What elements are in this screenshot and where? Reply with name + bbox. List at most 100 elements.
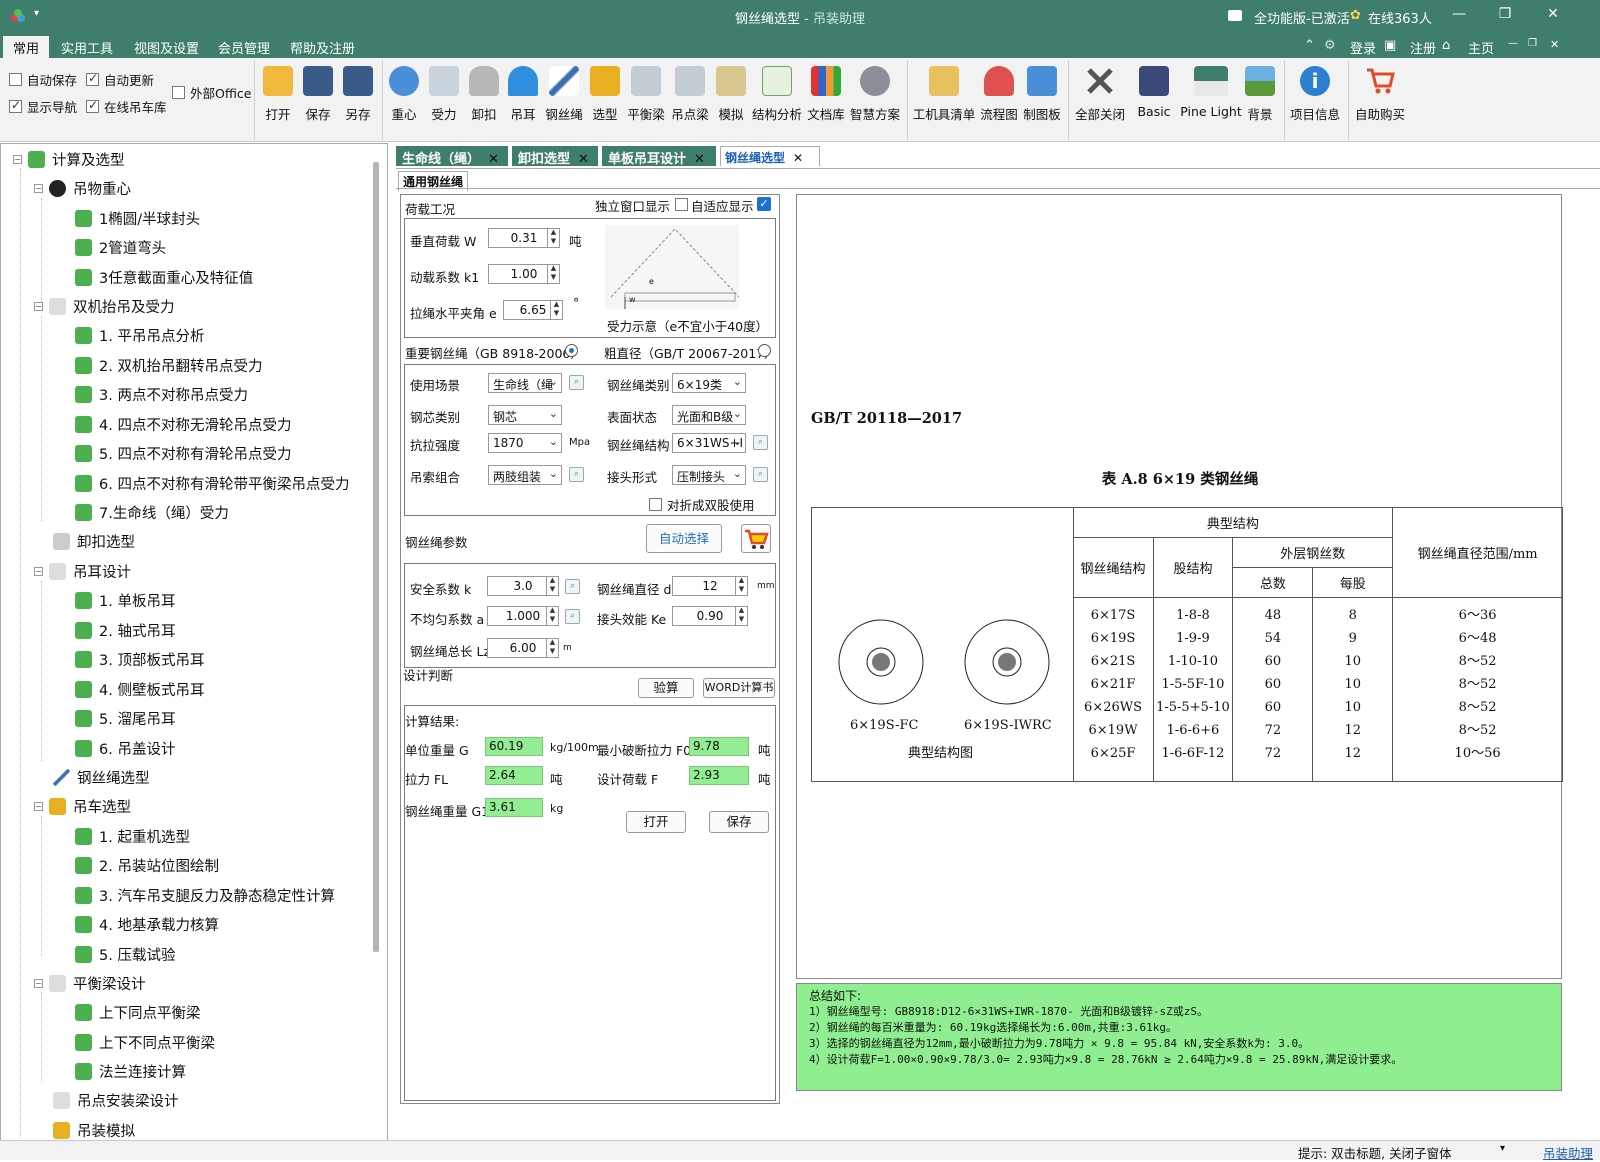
tab-close-icon[interactable]: ✕ xyxy=(488,152,499,167)
tree-node-two-point[interactable]: 3. 两点不对称吊点受力 xyxy=(75,384,248,405)
tree-node-shackle[interactable]: 卸扣选型 xyxy=(53,531,135,552)
online-crane-db-checkbox[interactable]: 在线吊车库 xyxy=(86,97,167,116)
tree-node-four-point-pulley[interactable]: 5. 四点不对称有滑轮吊点受力 xyxy=(75,443,291,464)
mdi-close-button[interactable]: ✕ xyxy=(1550,38,1559,51)
tab-single-plate-lug[interactable]: 单板吊耳设计 ✕ xyxy=(602,146,716,167)
core-type-select[interactable]: 钢芯 ⌄ xyxy=(488,405,562,425)
combo-help-icon[interactable]: ⌕ xyxy=(569,467,584,482)
tab-wire-rope[interactable]: 钢丝绳选型 ✕ xyxy=(720,146,820,166)
auto-save-checkbox[interactable]: 自动保存 xyxy=(9,70,77,89)
ribbon-background-button[interactable]: 背景 xyxy=(1242,58,1278,142)
tree-scrollbar[interactable] xyxy=(373,162,379,952)
ribbon-structure-analysis-button[interactable]: 结构分析 xyxy=(750,58,804,142)
menu-tools[interactable]: 实用工具 xyxy=(61,38,113,57)
ribbon-shackle-button[interactable]: 卸扣 xyxy=(464,58,504,142)
buy-cart-button[interactable] xyxy=(741,524,771,553)
tensile-strength-select[interactable]: 1870 ⌄ xyxy=(488,433,562,453)
tree-node-lifting-point-beam[interactable]: 吊点安装梁设计 xyxy=(53,1090,179,1111)
tree-node-flange[interactable]: 法兰连接计算 xyxy=(75,1061,186,1082)
tree-node-same-point-beam[interactable]: 上下同点平衡梁 xyxy=(75,1002,201,1023)
mdi-restore-button[interactable]: ❐ xyxy=(1528,38,1537,49)
verify-button[interactable]: 验算 xyxy=(638,678,694,698)
tab-lifeline[interactable]: 生命线（绳） ✕ xyxy=(396,146,508,167)
scene-help-icon[interactable]: ⌕ xyxy=(569,375,584,390)
ribbon-doc-library-button[interactable]: 文档库 xyxy=(804,58,848,142)
joint-help-icon[interactable]: ⌕ xyxy=(753,467,768,482)
tree-node-dual-crane-turn[interactable]: 2. 双机抬吊翻转吊点受力 xyxy=(75,355,262,376)
menu-member[interactable]: 会员管理 xyxy=(218,38,270,57)
tree-node-diff-point-beam[interactable]: 上下不同点平衡梁 xyxy=(75,1032,215,1053)
tree-node-top-plate-lug[interactable]: 3. 顶部板式吊耳 xyxy=(75,649,204,670)
tree-node-balance-beam[interactable]: − 平衡梁设计 xyxy=(34,973,146,994)
restore-button[interactable]: ❐ xyxy=(1490,6,1520,22)
tree-node-four-point-beam[interactable]: 6. 四点不对称有滑轮带平衡梁吊点受力 xyxy=(75,473,349,494)
tab-close-icon[interactable]: ✕ xyxy=(578,152,589,167)
ribbon-basic-skin-button[interactable]: Basic xyxy=(1130,58,1178,142)
joint-type-select[interactable]: 压制接头 ⌄ xyxy=(672,465,746,485)
tree-node-crane-selection[interactable]: − 吊车选型 xyxy=(34,796,131,817)
rope-structure-select[interactable]: 6×31WS+I ⌄ xyxy=(672,433,746,453)
register-link[interactable]: 注册 xyxy=(1410,38,1436,57)
standard-option2-radio[interactable] xyxy=(758,344,771,357)
tab-close-icon[interactable]: ✕ xyxy=(694,152,705,167)
ribbon-close-all-button[interactable]: 全部关闭 xyxy=(1070,58,1130,142)
tree-node-foundation[interactable]: 4. 地基承载力核算 xyxy=(75,914,219,935)
status-dropdown-icon[interactable]: ▾ xyxy=(1500,1143,1505,1154)
dynamic-factor-stepper[interactable]: ▲ ▼ xyxy=(547,264,559,284)
safety-help-icon[interactable]: ⌕ xyxy=(565,579,580,594)
standalone-window-checkbox[interactable] xyxy=(675,198,688,211)
tree-node-pipe-elbow[interactable]: 2管道弯头 xyxy=(75,237,166,258)
tree-node-tail-lug[interactable]: 5. 溜尾吊耳 xyxy=(75,708,175,729)
tree-node-lifting-cover[interactable]: 6. 吊盖设计 xyxy=(75,738,175,759)
ribbon-drawing-board-button[interactable]: 制图板 xyxy=(1020,58,1064,142)
tree-node-ballast-test[interactable]: 5. 压载试验 xyxy=(75,944,175,965)
tree-node-ellipse-head[interactable]: 1椭圆/半球封头 xyxy=(75,208,200,229)
tree-node-outrigger[interactable]: 3. 汽车吊支腿反力及静态稳定性计算 xyxy=(75,885,335,906)
ribbon-project-info-button[interactable]: i 项目信息 xyxy=(1286,58,1344,142)
ribbon-lifting-beam-button[interactable]: 吊点梁 xyxy=(668,58,712,142)
uneven-factor-stepper[interactable]: ▲ ▼ xyxy=(546,606,558,626)
save-button[interactable]: 保存 xyxy=(298,58,338,142)
rope-type-select[interactable]: 6×19类 ⌄ xyxy=(672,373,746,393)
show-nav-checkbox[interactable]: 显示导航 xyxy=(9,97,77,116)
auto-select-button[interactable]: 自动选择 xyxy=(646,524,722,553)
joint-efficiency-stepper[interactable]: ▲ ▼ xyxy=(735,606,747,626)
open-result-button[interactable]: 打开 xyxy=(626,811,686,833)
ribbon-tool-list-button[interactable]: 工机具清单 xyxy=(910,58,978,142)
ribbon-flowchart-button[interactable]: 流程图 xyxy=(978,58,1020,142)
tree-node-wire-rope[interactable]: 钢丝绳选型 xyxy=(53,767,150,788)
ribbon-buy-button[interactable]: 自助购买 xyxy=(1350,58,1410,142)
tree-node-simulation[interactable]: 吊装模拟 xyxy=(53,1120,135,1141)
ribbon-smart-plan-button[interactable]: 智慧方案 xyxy=(848,58,902,142)
word-report-button[interactable]: WORD计算书 xyxy=(703,678,775,698)
ribbon-lug-button[interactable]: 吊耳 xyxy=(503,58,543,142)
tree-node-shaft-lug[interactable]: 2. 轴式吊耳 xyxy=(75,620,175,641)
angle-stepper[interactable]: ▲ ▼ xyxy=(550,300,562,320)
menu-view-settings[interactable]: 视图及设置 xyxy=(134,38,199,57)
rope-diameter-stepper[interactable]: ▲ ▼ xyxy=(735,576,747,596)
ribbon-force-button[interactable]: 受力 xyxy=(424,58,464,142)
surface-select[interactable]: 光面和B级 ⌄ xyxy=(672,405,746,425)
ribbon-selection-button[interactable]: 选型 xyxy=(586,58,624,142)
login-link[interactable]: 登录 xyxy=(1350,38,1376,57)
ribbon-simulation-button[interactable]: 模拟 xyxy=(712,58,750,142)
tree-node-dual-crane[interactable]: − 双机抬吊及受力 xyxy=(34,296,175,317)
minimize-button[interactable]: — xyxy=(1444,6,1474,22)
menu-help[interactable]: 帮助及注册 xyxy=(290,38,355,57)
ribbon-wire-rope-button[interactable]: 钢丝绳 xyxy=(542,58,586,142)
tree-node-arbitrary-section[interactable]: 3任意截面重心及特征值 xyxy=(75,267,253,288)
tree-node-single-plate-lug[interactable]: 1. 单板吊耳 xyxy=(75,590,175,611)
open-button[interactable]: 打开 xyxy=(258,58,298,142)
tree-node-calc-selection[interactable]: − 计算及选型 xyxy=(13,149,125,170)
tree-node-lug-design[interactable]: − 吊耳设计 xyxy=(34,561,131,582)
safety-factor-stepper[interactable]: ▲ ▼ xyxy=(546,576,558,596)
structure-help-icon[interactable]: ⌕ xyxy=(753,435,768,450)
sling-combo-select[interactable]: 两肢组装 ⌄ xyxy=(488,465,562,485)
ribbon-pine-light-button[interactable]: Pine Light xyxy=(1180,58,1242,142)
save-as-button[interactable]: 另存 xyxy=(338,58,378,142)
tree-node-four-point-no-pulley[interactable]: 4. 四点不对称无滑轮吊点受力 xyxy=(75,414,291,435)
close-button[interactable]: ✕ xyxy=(1538,6,1568,22)
save-result-button[interactable]: 保存 xyxy=(709,811,769,833)
adaptive-display-checkbox[interactable]: ✓ xyxy=(757,197,771,211)
vertical-load-stepper[interactable]: ▲ ▼ xyxy=(547,228,559,248)
